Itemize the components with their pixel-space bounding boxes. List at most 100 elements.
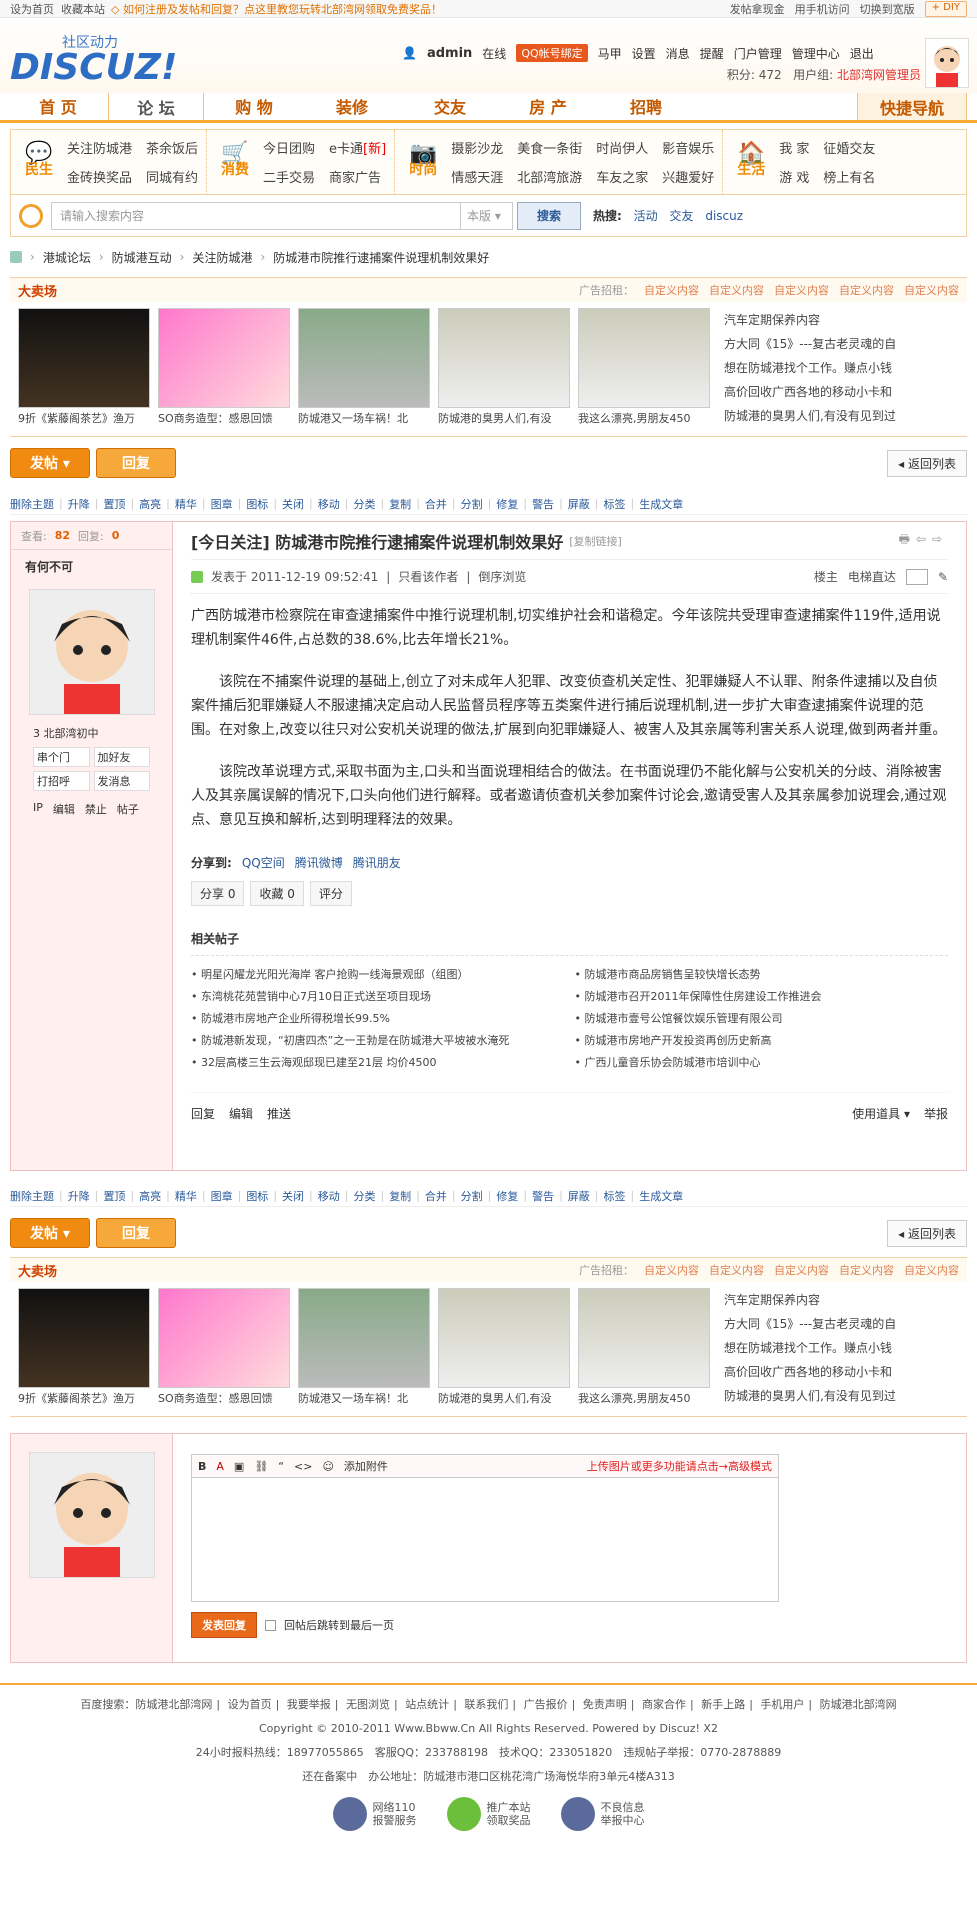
print-prev-next-icons[interactable]: 🖶⇦⇨ bbox=[899, 530, 948, 551]
back-to-list-button[interactable]: ◂ 返回列表 bbox=[887, 1219, 967, 1247]
ad-slot-link[interactable]: 自定义内容 bbox=[904, 1262, 959, 1278]
search-button[interactable]: 搜索 bbox=[517, 201, 581, 230]
promote-badge[interactable]: 推广本站 领取奖品 bbox=[446, 1797, 531, 1831]
mod-action[interactable]: 屏蔽 bbox=[568, 1188, 590, 1204]
advanced-mode-link[interactable]: 上传图片或更多功能请点击→高级模式 bbox=[587, 1458, 772, 1474]
mod-action[interactable]: 分类 bbox=[353, 1188, 375, 1204]
portal-admin-link[interactable]: 门户管理 bbox=[734, 45, 782, 62]
report-button[interactable]: 举报 bbox=[924, 1105, 948, 1122]
ad-slot-link[interactable]: 自定义内容 bbox=[774, 282, 829, 298]
ad-slot-link[interactable]: 自定义内容 bbox=[644, 282, 699, 298]
subnav-link[interactable]: 今日团购 bbox=[263, 138, 315, 157]
hot-search-link[interactable]: 活动 bbox=[634, 209, 658, 223]
mod-action[interactable]: 图标 bbox=[246, 496, 268, 512]
reply-button[interactable]: 回复 bbox=[96, 448, 176, 478]
ad-slot-link[interactable]: 自定义内容 bbox=[644, 1262, 699, 1278]
subnav-link[interactable]: 情感天涯 bbox=[451, 167, 503, 186]
share-weibo[interactable]: 腾讯微博 bbox=[295, 854, 343, 871]
ad-text-link[interactable]: 防城港的臭男人们,有没有见到过 bbox=[724, 1384, 944, 1408]
mod-action[interactable]: 分割 bbox=[461, 1188, 483, 1204]
reply-button[interactable]: 回复 bbox=[96, 1218, 176, 1248]
mod-action[interactable]: 置顶 bbox=[103, 496, 125, 512]
ad-text-link[interactable]: 方大同《15》---复古老灵魂的自 bbox=[724, 1312, 944, 1336]
ban-link[interactable]: 禁止 bbox=[85, 801, 107, 817]
footer-link[interactable]: 我要举报 bbox=[287, 1698, 331, 1711]
hot-search-link[interactable]: 交友 bbox=[669, 209, 693, 223]
nav-home[interactable]: 首 页 bbox=[10, 92, 106, 120]
image-icon[interactable]: ▣ bbox=[234, 1460, 244, 1473]
related-link[interactable]: • 防城港新发现，“初唐四杰”之一王勃是在防城港大平坡被水淹死 bbox=[191, 1032, 565, 1050]
new-post-button[interactable]: 发帖 ▾ bbox=[10, 448, 90, 478]
breadcrumb-item[interactable]: 防城港市院推行逮捕案件说理机制效果好 bbox=[273, 249, 489, 266]
mod-action[interactable]: 高亮 bbox=[139, 496, 161, 512]
ad-item[interactable]: 防城港的臭男人们,有没 bbox=[438, 308, 570, 428]
mod-action[interactable]: 图章 bbox=[211, 496, 233, 512]
ad-text-link[interactable]: 方大同《15》---复古老灵魂的自 bbox=[724, 332, 944, 356]
footer-link[interactable]: 百度搜索：防城港北部湾网 bbox=[80, 1698, 212, 1711]
author-only-link[interactable]: 只看该作者 bbox=[398, 568, 458, 585]
subnav-link[interactable]: 摄影沙龙 bbox=[451, 138, 503, 157]
footer-link[interactable]: 设为首页 bbox=[228, 1698, 272, 1711]
reminders-link[interactable]: 提醒 bbox=[700, 45, 724, 62]
add-friend-button[interactable]: 加好友 bbox=[93, 747, 150, 767]
attach-button[interactable]: 添加附件 bbox=[344, 1458, 388, 1474]
ad-text-link[interactable]: 想在防城港找个工作。赚点小钱 bbox=[724, 1336, 944, 1360]
ad-text-link[interactable]: 高价回收广西各地的移动小卡和 bbox=[724, 380, 944, 404]
ad-item[interactable]: 防城港又一场车祸！北 bbox=[298, 1288, 430, 1408]
reverse-order-link[interactable]: 倒序浏览 bbox=[478, 568, 526, 585]
footer-link[interactable]: 站点统计 bbox=[405, 1698, 449, 1711]
related-link[interactable]: • 广西儿童音乐协会防城港市培训中心 bbox=[575, 1054, 949, 1072]
mod-action[interactable]: 移动 bbox=[318, 496, 340, 512]
mod-action[interactable]: 合并 bbox=[425, 496, 447, 512]
logout-link[interactable]: 退出 bbox=[850, 45, 874, 62]
mod-action[interactable]: 标签 bbox=[604, 496, 626, 512]
ad-text-link[interactable]: 汽车定期保养内容 bbox=[724, 1288, 944, 1312]
related-link[interactable]: • 32层高楼三生云海观邸现已建至21层 均价4500 bbox=[191, 1054, 565, 1072]
rate-button[interactable]: 评分 bbox=[309, 881, 352, 906]
mod-action[interactable]: 精华 bbox=[175, 496, 197, 512]
subnav-link[interactable]: 兴趣爱好 bbox=[662, 167, 714, 186]
code-icon[interactable]: <> bbox=[294, 1460, 312, 1473]
smiley-icon[interactable]: ☺ bbox=[322, 1460, 333, 1473]
subnav-link[interactable]: 二手交易 bbox=[263, 167, 315, 186]
mod-action[interactable]: 精华 bbox=[175, 1188, 197, 1204]
ad-item[interactable]: 防城港的臭男人们,有没 bbox=[438, 1288, 570, 1408]
mod-action[interactable]: 关闭 bbox=[282, 1188, 304, 1204]
mod-action[interactable]: 修复 bbox=[496, 496, 518, 512]
bookmark-link[interactable]: 收藏本站 bbox=[61, 1, 105, 17]
mod-action[interactable]: 高亮 bbox=[139, 1188, 161, 1204]
post-edit-button[interactable]: 编辑 bbox=[229, 1105, 253, 1122]
post-push-button[interactable]: 推送 bbox=[267, 1105, 291, 1122]
mod-action[interactable]: 图标 bbox=[246, 1188, 268, 1204]
footer-link[interactable]: 商家合作 bbox=[642, 1698, 686, 1711]
mod-action[interactable]: 生成文章 bbox=[639, 496, 683, 512]
mod-action[interactable]: 升降 bbox=[68, 1188, 90, 1204]
subnav-link[interactable]: 车友之家 bbox=[596, 167, 648, 186]
ad-slot-link[interactable]: 自定义内容 bbox=[839, 282, 894, 298]
ad-slot-link[interactable]: 自定义内容 bbox=[904, 282, 959, 298]
related-link[interactable]: • 防城港市商品房销售呈较快增长态势 bbox=[575, 966, 949, 984]
settings-link[interactable]: 设置 bbox=[632, 45, 656, 62]
mod-action[interactable]: 修复 bbox=[496, 1188, 518, 1204]
footer-link[interactable]: 免责声明 bbox=[583, 1698, 627, 1711]
ad-text-link[interactable]: 高价回收广西各地的移动小卡和 bbox=[724, 1360, 944, 1384]
reply-textarea[interactable] bbox=[191, 1478, 779, 1602]
greet-button[interactable]: 打招呼 bbox=[33, 771, 90, 791]
favorite-button[interactable]: 收藏 0 bbox=[250, 881, 304, 906]
messages-link[interactable]: 消息 bbox=[666, 45, 690, 62]
subnav-link[interactable]: 征婚交友 bbox=[823, 138, 875, 157]
mod-action[interactable]: 生成文章 bbox=[639, 1188, 683, 1204]
nav-property[interactable]: 房 产 bbox=[500, 92, 596, 120]
font-color-icon[interactable]: A bbox=[216, 1460, 224, 1473]
search-scope-select[interactable]: 本版 ▾ bbox=[461, 201, 513, 230]
edit-user-link[interactable]: 编辑 bbox=[53, 801, 75, 817]
username-link[interactable]: admin bbox=[427, 46, 472, 61]
alias-menu[interactable]: 马甲 bbox=[598, 45, 622, 62]
ad-item[interactable]: 我这么漂亮,男朋友450 bbox=[578, 1288, 710, 1408]
copy-link-button[interactable]: [复制链接] bbox=[569, 533, 622, 549]
footer-link[interactable]: 手机用户 bbox=[760, 1698, 804, 1711]
mod-action[interactable]: 删除主题 bbox=[10, 496, 54, 512]
ad-item[interactable]: 我这么漂亮,男朋友450 bbox=[578, 308, 710, 428]
submit-reply-button[interactable]: 发表回复 bbox=[191, 1612, 257, 1638]
diy-button[interactable]: + DIY bbox=[924, 0, 967, 17]
